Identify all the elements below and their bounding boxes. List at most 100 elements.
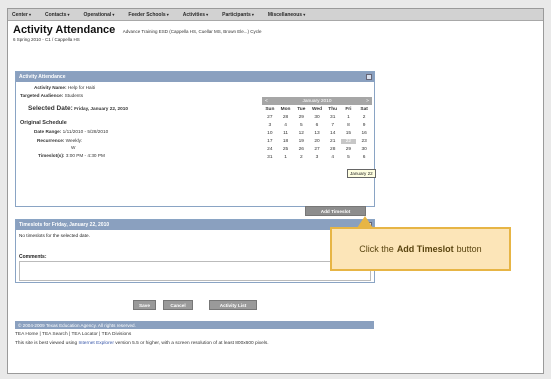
calendar-day[interactable]: 17 (262, 139, 278, 144)
nav-activities[interactable]: Activities (183, 12, 208, 18)
calendar-day[interactable]: 26 (293, 147, 309, 152)
calendar-day[interactable]: 29 (293, 115, 309, 120)
calendar-day[interactable]: 2 (293, 155, 309, 160)
calendar-day[interactable]: 30 (309, 115, 325, 120)
calendar-day[interactable]: 29 (341, 147, 357, 152)
calendar-day[interactable]: 4 (278, 123, 294, 128)
calendar-dow: Thu (328, 107, 338, 112)
calendar-day[interactable]: 25 (278, 147, 294, 152)
date-range-label: Date Range: (34, 129, 62, 134)
copyright-bar: © 2004-2009 Texas Education Agency. All … (15, 321, 374, 329)
selected-date-row: Selected Date: Friday, January 22, 2010 (28, 105, 128, 112)
callout-prefix: Click the (359, 244, 394, 254)
calendar-day[interactable]: 18 (278, 139, 294, 144)
nav-contacts[interactable]: Contacts (45, 12, 70, 18)
timeslots-panel: Timeslots for Friday, January 22, 2010 N… (15, 219, 375, 283)
activity-list-button[interactable]: Activity List (209, 300, 257, 310)
add-timeslot-button[interactable]: Add Timeslot (305, 206, 366, 216)
calendar-day[interactable]: 23 (356, 139, 372, 144)
comments-field[interactable] (19, 261, 371, 281)
calendar-day[interactable]: 15 (341, 131, 357, 136)
calendar-day[interactable]: 11 (278, 131, 294, 136)
activity-name-label: Activity Name: (34, 85, 67, 90)
calendar-day[interactable]: 22 (340, 139, 357, 144)
calendar-dow: Sat (360, 107, 368, 112)
calendar-day[interactable]: 5 (293, 123, 309, 128)
date-range-row: Date Range: 1/11/2010 - 5/28/2010 (34, 129, 108, 134)
nav-feeder-schools[interactable]: Feeder Schools (128, 12, 168, 18)
calendar-day[interactable]: 3 (309, 155, 325, 160)
calendar-day[interactable]: 16 (356, 131, 372, 136)
calendar-day[interactable]: 1 (341, 115, 357, 120)
calendar-day[interactable]: 30 (356, 147, 372, 152)
callout-bold: Add Timeslot (396, 244, 454, 254)
save-button[interactable]: Save (133, 300, 156, 310)
calendar-day[interactable]: 3 (262, 123, 278, 128)
timeslots-label: Timeslot(s): (38, 153, 65, 158)
prev-month-button[interactable]: < (265, 99, 268, 104)
collapse-icon[interactable] (366, 74, 372, 80)
calendar-day[interactable]: 9 (356, 123, 372, 128)
calendar-day[interactable]: 5 (341, 155, 357, 160)
activity-attendance-panel: Activity Attendance Activity Name: Help … (15, 71, 375, 207)
footer-links[interactable]: TEA Home | TEA Search | TEA Locator | TE… (15, 332, 131, 337)
calendar-day[interactable]: 24 (262, 147, 278, 152)
calendar-day[interactable]: 28 (325, 147, 341, 152)
calendar-dow: Sun (265, 107, 275, 112)
footer-note-before: This site is best viewed using (15, 341, 78, 346)
page-title: Activity Attendance (13, 24, 116, 36)
recurrence-day-row: W (71, 145, 75, 150)
selected-date-value: Friday, January 22, 2010 (74, 106, 128, 111)
calendar-day[interactable]: 6 (309, 123, 325, 128)
calendar-header: < January 2010 > (262, 97, 372, 105)
browser-frame: Center Contacts Operational Feeder Schoo… (7, 8, 544, 374)
original-schedule-label: Original Schedule (20, 120, 67, 126)
calendar-day[interactable]: 6 (356, 155, 372, 160)
callout-suffix: button (456, 244, 482, 254)
calendar-day[interactable]: 7 (325, 123, 341, 128)
top-nav: Center Contacts Operational Feeder Schoo… (8, 9, 543, 21)
cancel-button[interactable]: Cancel (163, 300, 193, 310)
calendar-day[interactable]: 20 (309, 139, 325, 144)
calendar-month: January 2010 (302, 98, 332, 104)
calendar-day[interactable]: 1 (278, 155, 294, 160)
calendar-day[interactable]: 4 (325, 155, 341, 160)
calendar-day[interactable]: 13 (309, 131, 325, 136)
nav-operational[interactable]: Operational (84, 12, 115, 18)
calendar-day[interactable]: 27 (262, 115, 278, 120)
calendar-day[interactable]: 31 (325, 115, 341, 120)
calendar-day[interactable]: 14 (325, 131, 341, 136)
calendar-day[interactable]: 2 (356, 115, 372, 120)
audience-value: Students (64, 93, 84, 98)
internet-explorer-link[interactable]: Internet Explorer (78, 341, 113, 346)
panel-title: Activity Attendance (19, 74, 66, 80)
nav-miscellaneous[interactable]: Miscellaneous (268, 12, 305, 18)
calendar-dow: Fri (345, 107, 352, 112)
calendar-day[interactable]: 21 (325, 139, 341, 144)
date-calendar: < January 2010 > Sun Mon Tue Wed Thu Fri Sat 27… (262, 97, 372, 197)
nav-participants[interactable]: Participants (222, 12, 254, 18)
nav-center[interactable]: Center (12, 12, 31, 18)
recurrence-value: Weekly: (65, 138, 83, 143)
original-schedule-row: Original Schedule (20, 120, 67, 126)
audience-label: Targeted Audience: (20, 93, 64, 98)
calendar-day[interactable]: 10 (262, 131, 278, 136)
footer-note-after: version 5.5 or higher, with a screen res… (115, 341, 269, 346)
calendar-day[interactable]: 27 (309, 147, 325, 152)
recurrence-row: Recurrence: Weekly: (37, 138, 82, 143)
footer-note: This site is best viewed using Internet … (15, 341, 269, 346)
calendar-day[interactable]: 12 (293, 131, 309, 136)
calendar-day[interactable]: 19 (293, 139, 309, 144)
calendar-day[interactable]: 31 (262, 155, 278, 160)
calendar-dow: Tue (297, 107, 306, 112)
calendar-day[interactable]: 8 (341, 123, 357, 128)
audience-row: Targeted Audience: Students (20, 93, 83, 98)
page-header: Activity Attendance Advance Training ESD… (13, 24, 433, 42)
next-month-button[interactable]: > (366, 99, 369, 104)
timeslots-value: 3:00 PM - 4:30 PM (65, 153, 105, 158)
date-range-value: 1/11/2010 - 5/28/2010 (62, 129, 109, 134)
comments-label: Comments: (19, 254, 47, 260)
calendar-dow: Mon (280, 107, 291, 112)
calendar-day[interactable]: 28 (278, 115, 294, 120)
panel-header: Activity Attendance (16, 72, 374, 82)
